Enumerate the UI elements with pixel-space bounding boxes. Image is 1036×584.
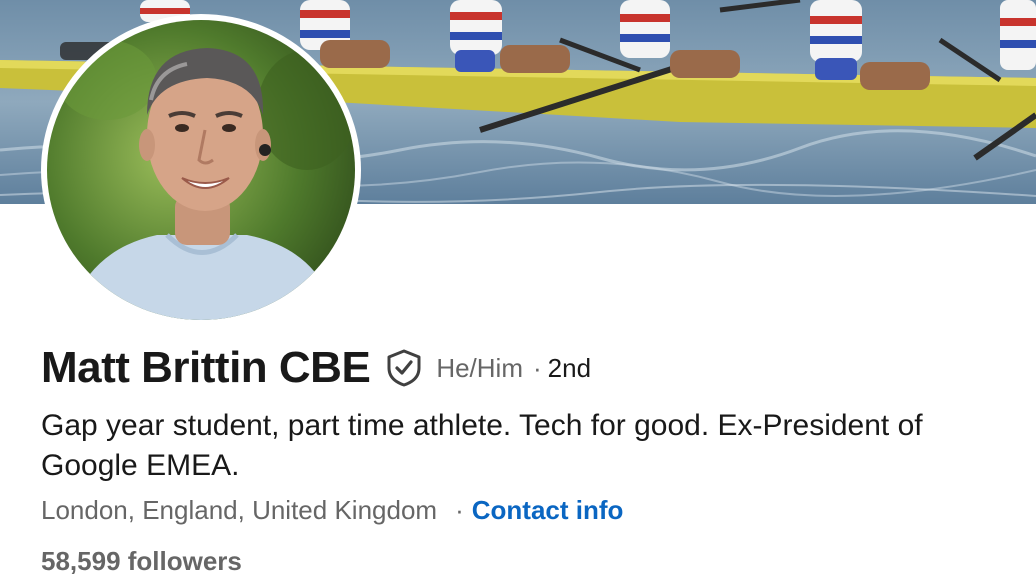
connection-degree-value: 2nd	[547, 352, 592, 383]
location-separator: ·	[455, 495, 464, 525]
shield-check-icon[interactable]	[386, 349, 422, 387]
location-row: London, England, United Kingdom · Contac…	[41, 495, 623, 526]
followers-count: 58,599 followers	[41, 546, 242, 576]
profile-name: Matt Brittin CBE	[41, 343, 371, 392]
profile-location: London, England, United Kingdom	[41, 495, 438, 525]
connection-degree: · 2nd	[533, 353, 591, 384]
contact-info-link[interactable]: Contact info	[472, 495, 624, 526]
profile-name-row: Matt Brittin CBE He/Him · 2nd	[41, 343, 591, 393]
profile-headline: Gap year student, part time athlete. Tec…	[41, 409, 923, 482]
profile-photo[interactable]	[41, 14, 361, 326]
pronouns: He/Him	[436, 352, 523, 383]
degree-separator: ·	[532, 352, 542, 383]
